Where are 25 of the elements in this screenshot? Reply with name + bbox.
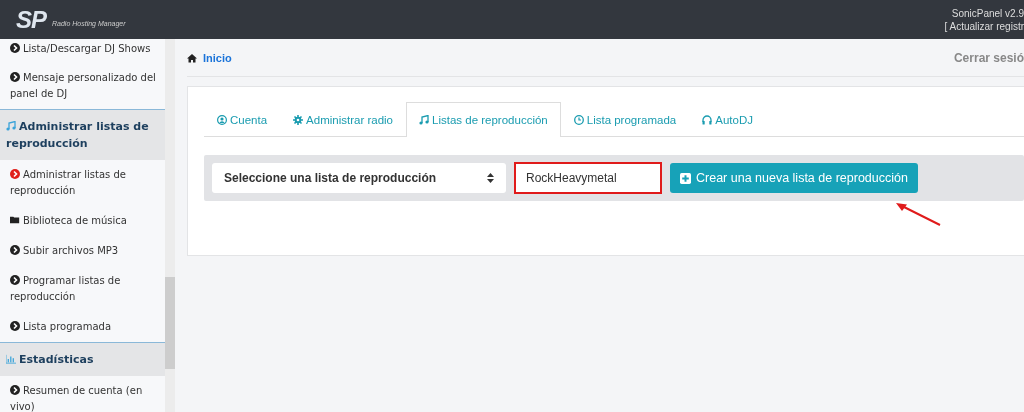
scrollbar-thumb[interactable] (165, 277, 175, 369)
sidebar-item[interactable]: Programar listas de reproducción (0, 266, 165, 312)
version-label: SonicPanel v2.9 (951, 6, 1024, 20)
sidebar-item[interactable]: Administrar listas de reproducción (0, 160, 165, 206)
home-icon (187, 52, 197, 63)
sidebar-item[interactable]: Mensaje personalizado del panel de DJ (0, 63, 165, 109)
playlist-select[interactable]: Seleccione una lista de reproducción (212, 163, 506, 193)
plus-icon (680, 172, 691, 184)
playlist-name-field[interactable]: RockHeavymetal (514, 162, 662, 194)
logo: SP (16, 5, 46, 34)
sidebar-item[interactable]: Subir archivos MP3 (0, 236, 165, 266)
sidebar-item[interactable]: Resumen de cuenta (en vivo) (0, 376, 165, 412)
gear-icon (293, 115, 304, 125)
breadcrumb-link[interactable]: Inicio (187, 51, 232, 64)
music-note-icon (419, 115, 429, 125)
sidebar-section[interactable]: Administrar listas de reproducción (0, 109, 165, 160)
sidebar-section[interactable]: Estadísticas (0, 342, 165, 376)
headphones-icon (702, 115, 713, 125)
sidebar-item[interactable]: Lista programada (0, 312, 165, 342)
sidebar-item[interactable]: Lista/Descargar DJ Shows (0, 39, 165, 63)
update-link[interactable]: [ Actualizar registr (944, 19, 1024, 33)
clock-icon (573, 115, 584, 125)
user-icon (217, 115, 227, 125)
sort-caret-icon (487, 173, 494, 183)
sidebar-item[interactable]: Biblioteca de música (0, 206, 165, 236)
